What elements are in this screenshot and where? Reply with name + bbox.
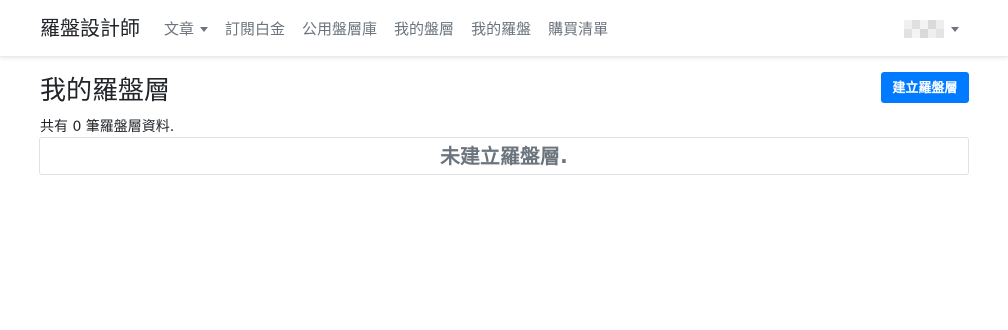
avatar	[904, 20, 944, 38]
nav-item-label: 我的盤層	[394, 20, 455, 38]
nav-item-label: 文章	[164, 20, 195, 38]
nav-item-articles[interactable]: 文章	[164, 17, 209, 41]
empty-state-box: 未建立羅盤層.	[39, 137, 969, 175]
caret-down-icon	[951, 26, 959, 32]
nav-item-my-layers[interactable]: 我的盤層	[394, 17, 454, 41]
nav-item-label: 購買清單	[548, 20, 609, 38]
nav-item-purchase-list[interactable]: 購買清單	[548, 17, 608, 41]
top-navbar: 羅盤設計師 文章 訂閱白金 公用盤層庫 我的盤層 我的羅盤 購買清單	[0, 0, 1008, 57]
page-title: 我的羅盤層	[40, 76, 171, 106]
empty-state-message: 未建立羅盤層.	[440, 144, 568, 168]
nav-item-public-layers[interactable]: 公用盤層庫	[302, 17, 377, 41]
caret-down-icon	[200, 26, 209, 32]
nav-item-label: 我的羅盤	[471, 20, 532, 38]
nav-item-label: 訂閱白金	[225, 20, 286, 38]
nav-item-subscribe-platinum[interactable]: 訂閱白金	[225, 17, 285, 41]
pixelated-avatar-row	[904, 29, 944, 38]
record-count: 共有 0 筆羅盤層資料.	[40, 119, 175, 135]
nav-item-my-compass[interactable]: 我的羅盤	[471, 17, 531, 41]
user-menu[interactable]	[904, 20, 959, 38]
main-nav: 文章 訂閱白金 公用盤層庫 我的盤層 我的羅盤 購買清單	[164, 17, 625, 41]
brand-link[interactable]: 羅盤設計師	[40, 14, 140, 42]
nav-item-label: 公用盤層庫	[302, 20, 378, 38]
create-compass-layer-button[interactable]: 建立羅盤層	[881, 72, 969, 103]
